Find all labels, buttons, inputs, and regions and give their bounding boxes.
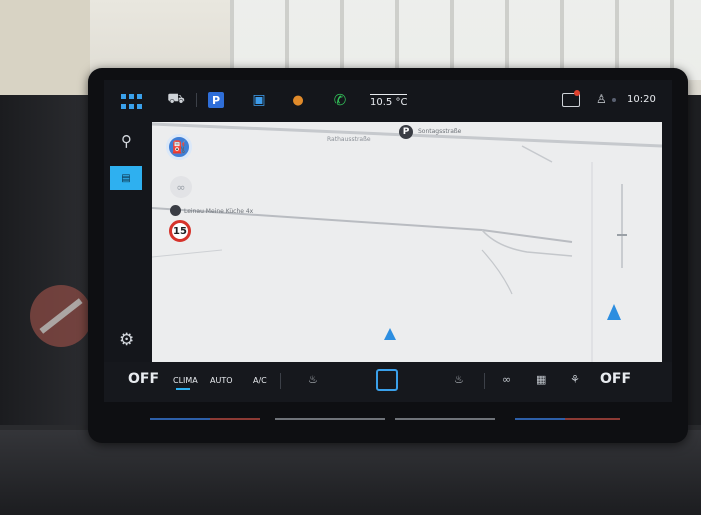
zoom-slider[interactable]: [621, 184, 623, 268]
apps-grid-icon[interactable]: [120, 92, 144, 110]
left-temperature-button[interactable]: OFF: [128, 371, 159, 387]
outside-temperature: 10.5 °C: [370, 94, 408, 108]
speed-limit-sign: 15: [169, 220, 191, 242]
climate-separator: [484, 373, 485, 389]
background-wall-left: [0, 0, 90, 110]
phone-icon[interactable]: ✆: [332, 91, 348, 109]
navigation-map[interactable]: Rathausstraße P Sontagsstraße Leinau Mei…: [152, 122, 662, 362]
gear-icon[interactable]: ⚙: [119, 330, 134, 350]
front-defrost-icon[interactable]: ⚘: [570, 373, 580, 386]
food-icon[interactable]: ●: [290, 91, 306, 109]
volume-slider[interactable]: [275, 418, 385, 420]
left-slider-warm: [210, 418, 260, 420]
map-roads: [152, 122, 662, 362]
left-slider-cold: [150, 418, 210, 420]
compass-arrow-icon[interactable]: [607, 304, 621, 320]
car-icon[interactable]: ⛟: [166, 91, 186, 109]
vehicle-position-icon: [384, 328, 396, 340]
street-label: Rathausstraße: [327, 136, 371, 143]
notification-dot: [574, 90, 580, 96]
status-bar: ⛟ P ▣ ● ✆ 10.5 °C ♙ 10:20: [104, 80, 672, 122]
fuel-station-button[interactable]: ⛽: [166, 134, 192, 160]
dashboard-left: [0, 95, 95, 425]
clock: 10:20: [627, 94, 656, 105]
no-smoking-sign: [30, 285, 92, 347]
home-button[interactable]: [376, 369, 398, 391]
infotainment-screen: ⛟ P ▣ ● ✆ 10.5 °C ♙ 10:20 ⚲ ▤ ⚙ Rathauss…: [104, 80, 672, 402]
search-icon[interactable]: ⚲: [121, 132, 132, 150]
poi-label: Sontagsstraße: [418, 128, 462, 135]
profile-icon[interactable]: ♙: [596, 92, 607, 106]
seat-icon[interactable]: ▣: [250, 91, 268, 109]
seat-heat-left-icon[interactable]: ♨: [308, 373, 318, 386]
volume-slider-right[interactable]: [395, 418, 495, 420]
route-options-button[interactable]: ∞: [170, 176, 192, 198]
side-rail: ⚲ ▤ ⚙: [104, 122, 152, 362]
temperature-slider-strip[interactable]: [140, 402, 640, 436]
profile-status-dot: [612, 98, 616, 102]
ac-button[interactable]: A/C: [253, 376, 267, 385]
recirculation-icon[interactable]: ∞: [502, 373, 511, 386]
clima-indicator: [176, 388, 190, 390]
clima-button[interactable]: CLIMA: [173, 376, 198, 385]
right-temperature-button[interactable]: OFF: [600, 371, 631, 387]
right-slider-warm: [565, 418, 620, 420]
auto-button[interactable]: AUTO: [210, 376, 233, 385]
parking-poi[interactable]: P: [399, 125, 413, 139]
climate-separator: [280, 373, 281, 389]
seat-heat-right-icon[interactable]: ♨: [454, 373, 464, 386]
rear-defrost-icon[interactable]: ▦: [536, 373, 546, 386]
restaurant-label: Leinau Meine Küche 4x: [184, 208, 254, 215]
status-separator: [196, 93, 197, 107]
parking-icon[interactable]: P: [208, 92, 224, 108]
map-view-button[interactable]: ▤: [110, 166, 142, 190]
climate-bar: OFF CLIMA AUTO A/C ♨ ♨ ∞ ▦ ⚘ OFF: [104, 362, 672, 402]
right-slider-cold: [515, 418, 565, 420]
zoom-handle[interactable]: [617, 234, 627, 236]
restaurant-poi[interactable]: [170, 205, 181, 216]
